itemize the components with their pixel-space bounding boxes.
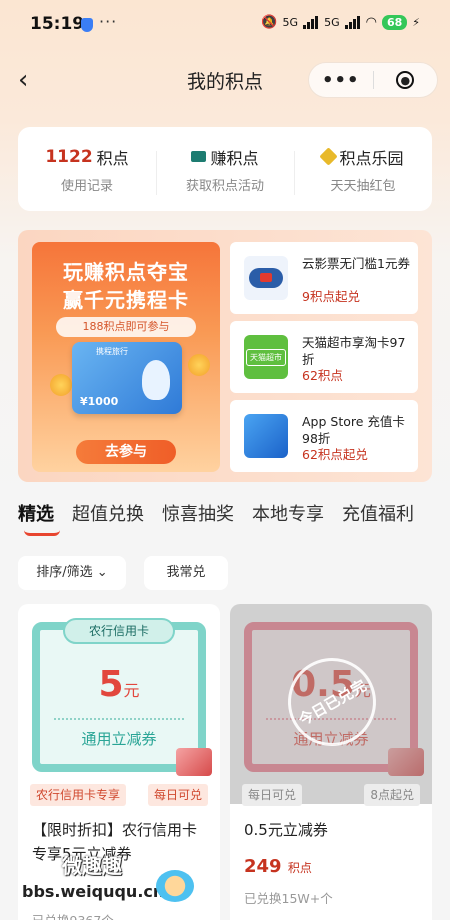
tab-lottery[interactable]: 惊喜抽奖 — [162, 500, 234, 540]
watermark-url: bbs.weiququ.cn — [22, 882, 165, 901]
product-price: 249 积点 — [244, 856, 312, 877]
watermark: 微趣趣 bbs.weiququ.cn — [22, 850, 202, 910]
network-label-1: 5G — [282, 16, 299, 29]
points-park-sub: 天天抽红包 — [330, 178, 396, 194]
charging-icon: ⚡ — [412, 16, 420, 29]
promo-item-appstore-card[interactable]: App Store 充值卡98折 62积点起兑 — [230, 400, 418, 472]
treasure-banner[interactable]: 玩赚积点夺宝 赢千元携程卡 188积点即可参与 携程旅行 ¥1000 去参与 — [32, 242, 220, 472]
coin-icon-2 — [188, 354, 210, 376]
coupon-amount: 5元 — [40, 664, 198, 705]
usage-record-label: 使用记录 — [60, 178, 113, 194]
coin-icon — [50, 374, 72, 396]
points-park-label: 积点乐园 — [339, 148, 404, 168]
wifi-icon: ◠ — [365, 15, 377, 30]
tab-featured[interactable]: 精选 — [18, 500, 60, 540]
stat-points-park[interactable]: 积点乐园 天天抽红包 — [294, 145, 432, 195]
participate-button[interactable]: 去参与 — [76, 440, 176, 464]
points-label: 积点 — [96, 148, 129, 168]
mini-program-capsule: ••• ● — [308, 62, 438, 98]
credit-card-icon — [176, 748, 212, 776]
tab-label: 精选 — [18, 504, 54, 525]
category-tabs: 精选 超值兑换 惊喜抽奖 本地专享 充值福利 — [18, 500, 450, 540]
product-tag: 8点起兑 — [364, 784, 420, 806]
earn-points-label: 赚积点 — [210, 148, 259, 168]
dolphin-icon — [142, 360, 170, 400]
coupon-divider — [54, 718, 184, 720]
product-image: 0.5元 通用立减券 今日已兑完 — [230, 604, 432, 804]
stat-points[interactable]: 1122 积点 使用记录 — [18, 145, 156, 194]
tab-value-exchange[interactable]: 超值兑换 — [72, 500, 144, 540]
status-time: 15:19 — [30, 14, 85, 34]
product-image: 农行信用卡 5元 通用立减券 — [18, 604, 220, 804]
product-tag: 每日可兑 — [242, 784, 303, 806]
banner-title-2: 赢千元携程卡 — [63, 288, 189, 312]
sort-filter-button[interactable]: 排序/筛选 ⌄ — [18, 556, 126, 590]
more-notifications-icon: ··· — [99, 12, 118, 31]
gift-card-amount: ¥1000 — [80, 395, 119, 408]
shield-icon — [81, 18, 93, 32]
promo-item-price: 9积点起兑 — [302, 289, 360, 304]
product-card[interactable]: 0.5元 通用立减券 今日已兑完 每日可兑 8点起兑 0.5元立减券 249 积… — [230, 604, 432, 920]
product-tags: 每日可兑 8点起兑 — [230, 784, 432, 808]
earn-points-sub: 获取积点活动 — [185, 178, 264, 194]
promo-item-name: 云影票无门槛1元券 — [302, 256, 410, 271]
points-summary-card: 1122 积点 使用记录 赚积点 获取积点活动 积点乐园 天天抽红包 — [18, 127, 432, 211]
network-label-2: 5G — [324, 16, 340, 29]
gift-card-brand: 携程旅行 — [96, 347, 128, 356]
more-icon[interactable]: ••• — [309, 70, 373, 91]
mascot-icon — [156, 870, 194, 902]
promo-item-name: App Store 充值卡98折 — [302, 414, 405, 446]
nav-bar: ‹ 我的积点 ••• ● — [0, 55, 450, 105]
tmall-icon: 天猫超市 — [244, 335, 288, 379]
coupon-amount-value: 5 — [98, 664, 124, 705]
coupon-type: 通用立减券 — [81, 730, 157, 748]
ticket-icon — [191, 151, 207, 162]
watermark-text: 微趣趣 — [62, 854, 122, 878]
close-ring: ● — [396, 71, 415, 89]
promo-item-price: 62积点 — [302, 368, 343, 383]
tab-local[interactable]: 本地专享 — [252, 500, 324, 540]
frequent-exchange-button[interactable]: 我常兑 — [144, 556, 228, 590]
tab-active-indicator — [24, 530, 60, 536]
status-icons: 🔕 5G 5G ◠ 68 ⚡ — [261, 15, 420, 30]
diamond-icon — [319, 147, 339, 166]
signal-icon — [303, 16, 319, 29]
banner-title-1: 玩赚积点夺宝 — [63, 260, 189, 284]
gift-card-image: 携程旅行 ¥1000 — [72, 342, 182, 414]
battery-icon: 68 — [381, 15, 408, 30]
promo-item-movie-coupon[interactable]: 云影票无门槛1元券 9积点起兑 — [230, 242, 418, 314]
status-bar: 15:19 ··· 🔕 5G 5G ◠ 68 ⚡ — [0, 0, 450, 50]
product-tag: 农行信用卡专享 — [30, 784, 127, 806]
mute-icon: 🔕 — [261, 15, 278, 30]
product-tags: 农行信用卡专享 每日可兑 — [18, 784, 220, 808]
stamp-text: 今日已兑完 — [295, 675, 370, 729]
promo-item-tmall-card[interactable]: 天猫超市 天猫超市享淘卡97折 62积点 — [230, 321, 418, 393]
apple-icon — [244, 414, 288, 458]
coupon-amount-unit: 元 — [123, 681, 140, 700]
product-sold-count: 已兑换15W+个 — [244, 891, 333, 906]
signal-icon-2 — [344, 16, 361, 29]
chevron-down-icon: ⌄ — [92, 565, 108, 580]
cloud-movie-icon — [244, 256, 288, 300]
product-price-unit: 积点 — [287, 861, 312, 875]
promo-item-name: 天猫超市享淘卡97折 — [302, 335, 406, 367]
product-price-value: 249 — [244, 856, 282, 877]
product-tag: 每日可兑 — [147, 784, 208, 806]
promo-item-price: 62积点起兑 — [302, 447, 368, 462]
stat-earn-points[interactable]: 赚积点 获取积点活动 — [156, 145, 294, 195]
promo-section: 玩赚积点夺宝 赢千元携程卡 188积点即可参与 携程旅行 ¥1000 去参与 云… — [18, 230, 432, 482]
product-sold-count: 已兑换9367个 — [32, 910, 114, 920]
sort-filter-label: 排序/筛选 — [36, 565, 93, 580]
points-value: 1122 — [45, 146, 93, 167]
banner-pill: 188积点即可参与 — [56, 317, 196, 337]
tab-recharge[interactable]: 充值福利 — [342, 500, 414, 540]
close-icon[interactable]: ● — [374, 71, 438, 89]
coupon-bank-label: 农行信用卡 — [63, 618, 175, 644]
product-title: 0.5元立减券 — [244, 821, 328, 839]
tmall-icon-text: 天猫超市 — [246, 348, 286, 366]
